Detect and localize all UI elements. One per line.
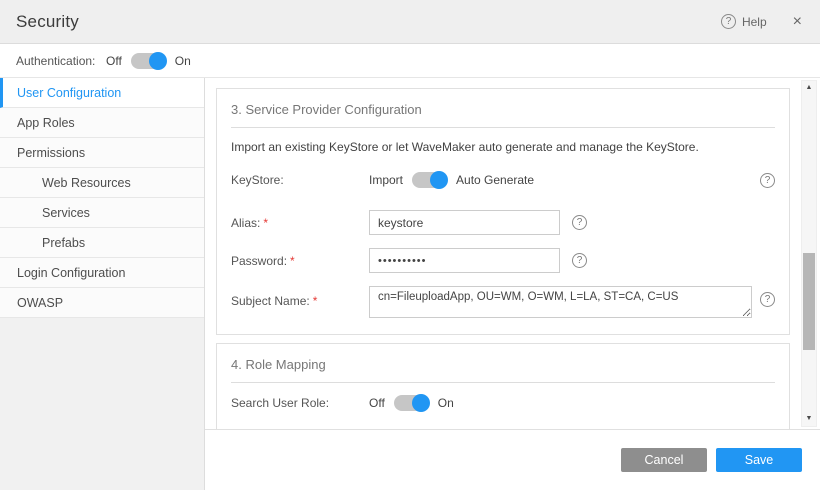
- help-label[interactable]: Help: [742, 15, 767, 29]
- keystore-help-icon[interactable]: ?: [760, 173, 775, 188]
- alias-label: Alias:*: [231, 216, 369, 230]
- sidebar-filler: [0, 318, 204, 490]
- sidebar-item-label: OWASP: [17, 296, 63, 310]
- settings-scroll-area: 3. Service Provider Configuration Import…: [205, 78, 820, 430]
- dialog-footer: Cancel Save: [205, 430, 820, 490]
- search-user-role-toggle-knob: [412, 394, 430, 412]
- sidebar-item-permissions[interactable]: Permissions: [0, 138, 204, 168]
- alias-row: Alias:* ?: [231, 210, 775, 235]
- section-divider: [231, 382, 775, 383]
- search-user-role-row: Search User Role: Off On: [231, 395, 775, 411]
- subject-name-help-icon[interactable]: ?: [760, 292, 775, 307]
- section-title: 4. Role Mapping: [231, 357, 775, 372]
- service-provider-configuration-section: 3. Service Provider Configuration Import…: [216, 88, 790, 335]
- keystore-switch: Import Auto Generate: [369, 172, 534, 188]
- sidebar-item-label: User Configuration: [17, 86, 121, 100]
- authentication-row: Authentication: Off On: [0, 44, 820, 78]
- scrollbar-thumb[interactable]: [803, 253, 815, 350]
- sidebar-item-prefabs[interactable]: Prefabs: [0, 228, 204, 258]
- sidebar-item-label: Prefabs: [42, 236, 85, 250]
- alias-input[interactable]: [369, 210, 560, 235]
- sidebar-item-label: App Roles: [17, 116, 75, 130]
- keystore-toggle[interactable]: [412, 172, 447, 188]
- search-user-role-label: Search User Role:: [231, 396, 369, 410]
- section-divider: [231, 127, 775, 128]
- keystore-description: Import an existing KeyStore or let WaveM…: [231, 140, 775, 154]
- password-input[interactable]: [369, 248, 560, 273]
- section-title: 3. Service Provider Configuration: [231, 102, 775, 117]
- scroll-down-icon[interactable]: ▼: [802, 412, 816, 426]
- cancel-button[interactable]: Cancel: [621, 448, 707, 472]
- scroll-up-icon[interactable]: ▲: [802, 81, 816, 95]
- help-button[interactable]: ? Help: [721, 14, 767, 29]
- search-user-role-toggle[interactable]: [394, 395, 429, 411]
- search-user-role-switch: Off On: [369, 395, 454, 411]
- authentication-switch: Off On: [106, 53, 191, 69]
- search-user-role-off-label[interactable]: Off: [369, 396, 385, 410]
- page-title: Security: [16, 12, 79, 32]
- authentication-toggle[interactable]: [131, 53, 166, 69]
- help-icon[interactable]: ?: [721, 14, 736, 29]
- subject-name-label: Subject Name:*: [231, 286, 369, 308]
- authentication-toggle-knob: [149, 52, 167, 70]
- search-user-role-on-label[interactable]: On: [438, 396, 454, 410]
- password-help-icon[interactable]: ?: [572, 253, 587, 268]
- keystore-autogenerate-label[interactable]: Auto Generate: [456, 173, 534, 187]
- required-asterisk: *: [290, 254, 295, 268]
- keystore-import-label[interactable]: Import: [369, 173, 403, 187]
- settings-cards: 3. Service Provider Configuration Import…: [216, 88, 790, 430]
- content-column: 3. Service Provider Configuration Import…: [205, 78, 820, 490]
- save-button[interactable]: Save: [716, 448, 802, 472]
- required-asterisk: *: [263, 216, 268, 230]
- sidebar-item-login-configuration[interactable]: Login Configuration: [0, 258, 204, 288]
- dialog-body: User Configuration App Roles Permissions…: [0, 78, 820, 490]
- keystore-label: KeyStore:: [231, 173, 369, 187]
- security-dialog: Security ? Help × Authentication: Off On…: [0, 0, 820, 490]
- sidebar-item-web-resources[interactable]: Web Resources: [0, 168, 204, 198]
- keystore-toggle-knob: [430, 171, 448, 189]
- sidebar-item-label: Login Configuration: [17, 266, 125, 280]
- sidebar-item-label: Services: [42, 206, 90, 220]
- sidebar-item-app-roles[interactable]: App Roles: [0, 108, 204, 138]
- close-icon[interactable]: ×: [793, 14, 802, 30]
- subject-name-row: Subject Name:* cn=FileuploadApp, OU=WM, …: [231, 286, 775, 318]
- alias-help-icon[interactable]: ?: [572, 215, 587, 230]
- authentication-on-label[interactable]: On: [175, 54, 191, 68]
- sidebar-item-label: Permissions: [17, 146, 85, 160]
- vertical-scrollbar[interactable]: ▲ ▼: [801, 80, 817, 427]
- titlebar: Security ? Help ×: [0, 0, 820, 44]
- sidebar-item-owasp[interactable]: OWASP: [0, 288, 204, 318]
- sidebar-item-label: Web Resources: [42, 176, 131, 190]
- password-row: Password:* ?: [231, 248, 775, 273]
- keystore-row: KeyStore: Import Auto Generate ?: [231, 172, 775, 188]
- password-label: Password:*: [231, 254, 369, 268]
- subject-name-textarea[interactable]: cn=FileuploadApp, OU=WM, O=WM, L=LA, ST=…: [369, 286, 752, 318]
- sidebar-item-user-configuration[interactable]: User Configuration: [0, 78, 204, 108]
- authentication-label: Authentication:: [16, 54, 106, 68]
- required-asterisk: *: [313, 294, 318, 308]
- role-mapping-section: 4. Role Mapping Search User Role: Off On: [216, 343, 790, 430]
- sidebar: User Configuration App Roles Permissions…: [0, 78, 205, 490]
- sidebar-item-services[interactable]: Services: [0, 198, 204, 228]
- authentication-off-label[interactable]: Off: [106, 54, 122, 68]
